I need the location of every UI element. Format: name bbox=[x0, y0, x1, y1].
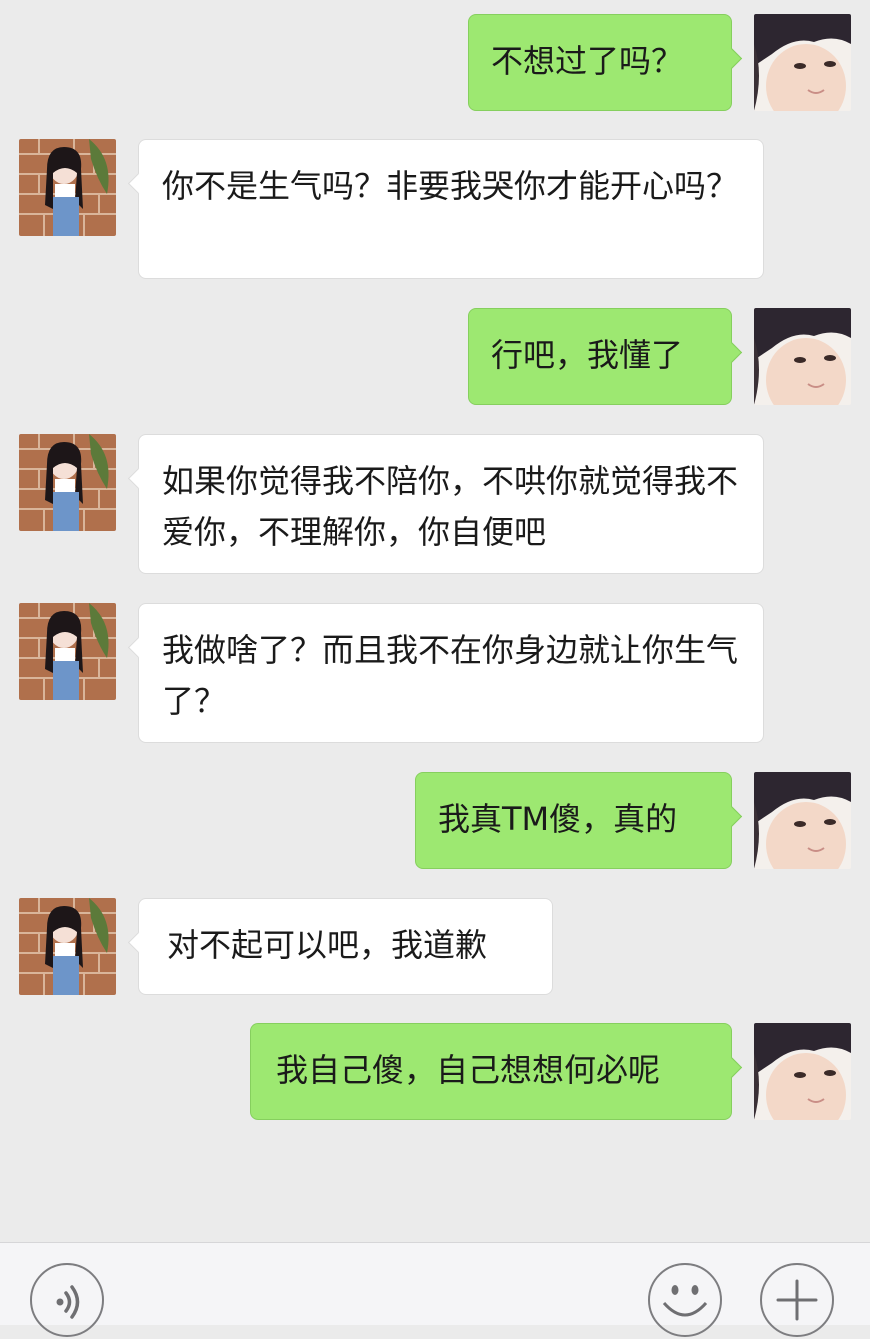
girl-avatar[interactable] bbox=[19, 898, 116, 995]
boy-avatar[interactable] bbox=[754, 14, 851, 111]
message-text: 如果你觉得我不陪你，不哄你就觉得我不爱你，不理解你，你自便吧 bbox=[162, 462, 739, 551]
chat-area[interactable]: 不想过了吗？ 你不是生气吗？非要我哭你才能开心吗？ 行吧，我懂了 如果你觉得我不… bbox=[0, 0, 870, 1242]
message-text: 你不是生气吗？非要我哭你才能开心吗？ bbox=[162, 167, 739, 205]
message-bubble[interactable]: 我自己傻，自己想想何必呢 bbox=[250, 1023, 743, 1120]
input-bar bbox=[0, 1242, 870, 1337]
emoji-button[interactable] bbox=[648, 1263, 722, 1337]
boy-avatar[interactable] bbox=[754, 308, 851, 405]
message-text: 我做啥了？而且我不在你身边就让你生气了？ bbox=[162, 631, 739, 720]
message-bubble[interactable]: 对不起可以吧，我道歉 bbox=[127, 898, 553, 995]
message-text: 我自己傻，自己想想何必呢 bbox=[276, 1051, 661, 1089]
voice-icon bbox=[56, 1285, 80, 1319]
girl-avatar[interactable] bbox=[19, 603, 116, 700]
message-bubble[interactable]: 我做啥了？而且我不在你身边就让你生气了？ bbox=[127, 603, 764, 743]
message-bubble[interactable]: 行吧，我懂了 bbox=[468, 308, 743, 405]
message-bubble[interactable]: 我真TM傻，真的 bbox=[415, 772, 743, 869]
more-button[interactable] bbox=[760, 1263, 834, 1337]
message-bubble[interactable]: 不想过了吗？ bbox=[468, 14, 743, 111]
girl-avatar[interactable] bbox=[19, 434, 116, 531]
emoji-icon bbox=[662, 1285, 708, 1317]
message-text: 我真TM傻，真的 bbox=[438, 800, 678, 838]
message-text: 行吧，我懂了 bbox=[491, 336, 684, 374]
boy-avatar[interactable] bbox=[754, 772, 851, 869]
message-bubble[interactable]: 如果你觉得我不陪你，不哄你就觉得我不爱你，不理解你，你自便吧 bbox=[127, 434, 764, 574]
plus-icon bbox=[776, 1279, 818, 1321]
girl-avatar[interactable] bbox=[19, 139, 116, 236]
message-text: 对不起可以吧，我道歉 bbox=[167, 926, 488, 964]
message-bubble[interactable]: 你不是生气吗？非要我哭你才能开心吗？ bbox=[127, 139, 764, 279]
voice-button[interactable] bbox=[30, 1263, 104, 1337]
boy-avatar[interactable] bbox=[754, 1023, 851, 1120]
message-text: 不想过了吗？ bbox=[491, 42, 684, 80]
